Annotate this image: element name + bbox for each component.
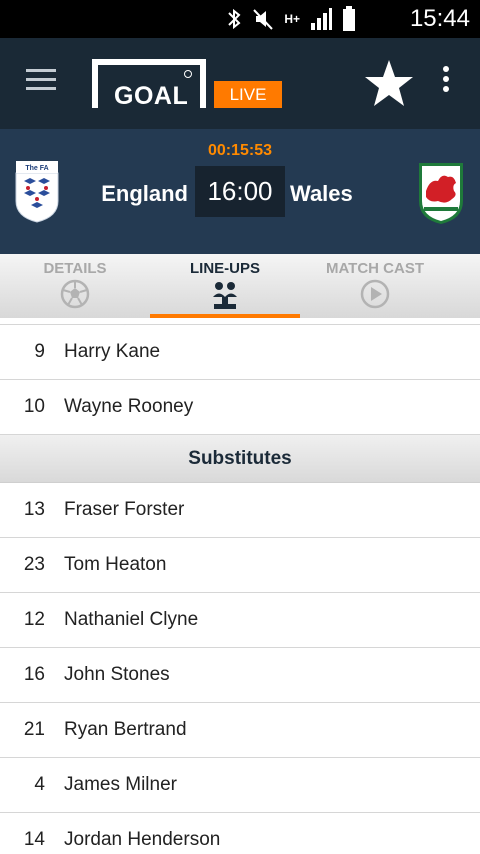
menu-icon[interactable]	[26, 69, 56, 91]
match-clock: 00:15:53	[207, 142, 273, 159]
player-number: 16	[23, 664, 45, 685]
play-circle-icon	[360, 279, 390, 309]
soccer-ball-icon	[60, 279, 90, 309]
player-row[interactable]: 4 James Milner	[0, 758, 480, 813]
player-name: Nathaniel Clyne	[64, 609, 199, 630]
lineup-list: 9 Harry Kane 10 Wayne Rooney Substitutes…	[0, 324, 480, 854]
signal-icon	[311, 8, 332, 30]
player-name: Harry Kane	[64, 341, 161, 362]
player-name: Ryan Bertrand	[64, 719, 187, 740]
player-name: Wayne Rooney	[64, 396, 194, 417]
player-number: 14	[23, 829, 45, 850]
player-number: 23	[23, 554, 45, 575]
england-fa-badge-icon: The FA	[15, 161, 59, 223]
player-number: 13	[23, 499, 45, 520]
player-name: Fraser Forster	[64, 499, 185, 520]
player-number: 4	[34, 774, 45, 795]
player-row[interactable]: 10 Wayne Rooney	[0, 380, 480, 435]
match-score: 16:00	[195, 166, 285, 217]
away-team-name: Wales	[290, 181, 353, 206]
tab-match-cast-label: MATCH CAST	[325, 260, 425, 277]
favorite-star-icon[interactable]	[364, 58, 414, 108]
player-row[interactable]: 16 John Stones	[0, 648, 480, 703]
player-row[interactable]: 13 Fraser Forster	[0, 483, 480, 538]
substitutes-header: Substitutes	[0, 435, 480, 483]
player-name: Tom Heaton	[64, 554, 167, 575]
logo-text: GOAL	[114, 82, 189, 110]
player-number: 9	[34, 341, 45, 362]
tab-line-ups-label: LINE-UPS	[189, 260, 260, 277]
player-number: 10	[23, 396, 45, 417]
wales-fa-badge-icon	[419, 163, 463, 224]
player-name: Jordan Henderson	[64, 829, 221, 850]
status-icons: H+	[226, 6, 356, 32]
app-bar: GOAL LIVE	[0, 38, 480, 129]
live-badge: LIVE	[214, 81, 282, 108]
lineup-icon	[213, 282, 237, 309]
overflow-menu-icon[interactable]	[440, 66, 452, 96]
status-time: 15:44	[409, 5, 470, 32]
player-row[interactable]: 9 Harry Kane	[0, 325, 480, 380]
muted-icon	[253, 9, 274, 30]
tab-match-cast[interactable]: MATCH CAST	[300, 254, 450, 318]
badge-text: The FA	[25, 165, 48, 172]
player-name: James Milner	[64, 774, 177, 795]
status-bar: H+ 15:44	[0, 0, 480, 38]
player-row[interactable]: 12 Nathaniel Clyne	[0, 593, 480, 648]
match-header: The FA 00:15:53 England 16:00 Wales	[0, 129, 480, 254]
bluetooth-icon	[228, 8, 241, 30]
home-team-name: England	[101, 181, 188, 206]
goal-live-logo: GOAL LIVE	[92, 59, 282, 110]
player-number: 21	[23, 719, 45, 740]
battery-icon	[343, 6, 355, 31]
tab-details-label: DETAILS	[43, 260, 107, 277]
player-name: John Stones	[64, 664, 170, 685]
player-row[interactable]: 21 Ryan Bertrand	[0, 703, 480, 758]
tab-line-ups[interactable]: LINE-UPS	[150, 254, 300, 318]
tab-bar: DETAILS LINE-UPS MATCH CAST	[0, 254, 480, 318]
player-number: 12	[23, 609, 45, 630]
player-row[interactable]: 23 Tom Heaton	[0, 538, 480, 593]
player-row[interactable]: 14 Jordan Henderson	[0, 813, 480, 854]
tab-details[interactable]: DETAILS	[0, 254, 150, 318]
network-type-label: H+	[284, 12, 300, 26]
